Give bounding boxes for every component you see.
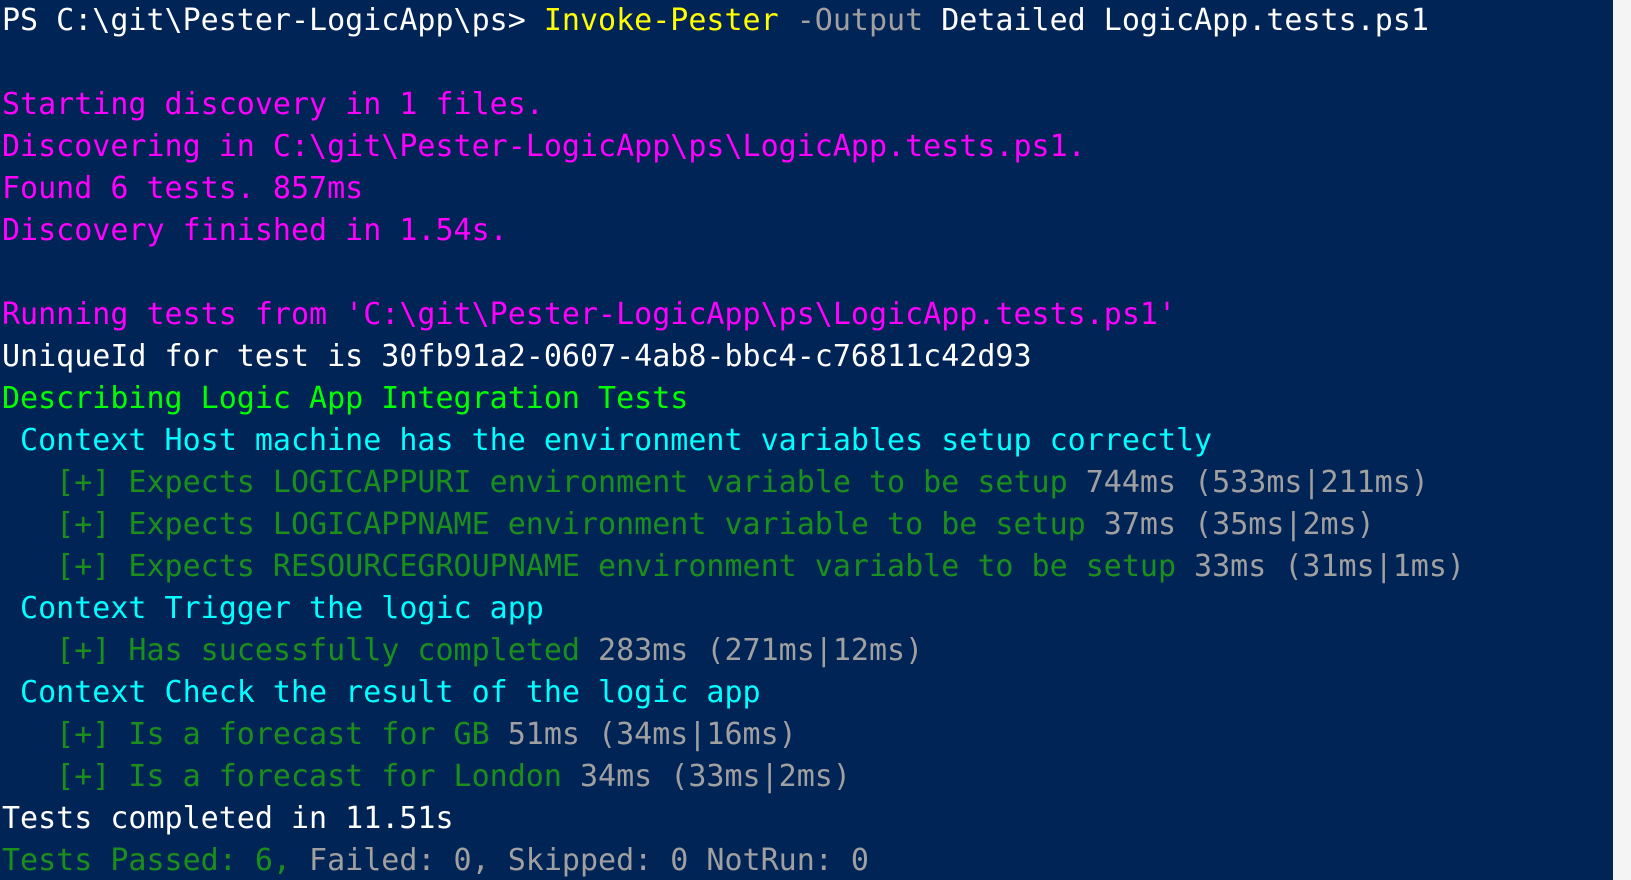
test-name: [+] Expects LOGICAPPURI environment vari… (2, 465, 1068, 500)
test-timing: 51ms (34ms|16ms) (489, 717, 797, 752)
discovering-line: Discovering in C:\git\Pester-LogicApp\ps… (2, 126, 1613, 168)
command-arguments: Detailed LogicApp.tests.ps1 (923, 3, 1429, 38)
context-line: Context Check the result of the logic ap… (2, 672, 1613, 714)
context-line: Context Host machine has the environment… (2, 420, 1613, 462)
test-result-line: [+] Is a forecast for GB 51ms (34ms|16ms… (2, 714, 1613, 756)
test-result-line: [+] Expects RESOURCEGROUPNAME environmen… (2, 546, 1613, 588)
tests-completed-text: Tests completed in 11.51s (2, 801, 454, 836)
prompt-path: PS C:\git\Pester-LogicApp\ps> (2, 3, 544, 38)
describe-line: Describing Logic App Integration Tests (2, 378, 1613, 420)
running-tests-line: Running tests from 'C:\git\Pester-LogicA… (2, 294, 1613, 336)
test-name: [+] Expects RESOURCEGROUPNAME environmen… (2, 549, 1176, 584)
test-result-line: [+] Expects LOGICAPPURI environment vari… (2, 462, 1613, 504)
terminal-output: PS C:\git\Pester-LogicApp\ps> Invoke-Pes… (0, 0, 1613, 880)
test-name: [+] Expects LOGICAPPNAME environment var… (2, 507, 1086, 542)
summary-line: Tests Passed: 6, Failed: 0, Skipped: 0 N… (2, 840, 1613, 880)
test-result-line: [+] Expects LOGICAPPNAME environment var… (2, 504, 1613, 546)
powershell-terminal-window[interactable]: PS C:\git\Pester-LogicApp\ps> Invoke-Pes… (0, 0, 1631, 880)
test-timing: 283ms (271ms|12ms) (579, 633, 924, 668)
parameter-output: -Output (778, 3, 924, 38)
discovery-start-text: Starting discovery in 1 files. (2, 87, 544, 122)
found-tests-line: Found 6 tests. 857ms (2, 168, 1613, 210)
discovery-start-line: Starting discovery in 1 files. (2, 84, 1613, 126)
test-timing: 33ms (31ms|1ms) (1176, 549, 1465, 584)
test-name: [+] Has sucessfully completed (2, 633, 580, 668)
discovery-finished-line: Discovery finished in 1.54s. (2, 210, 1613, 252)
prompt-line: PS C:\git\Pester-LogicApp\ps> Invoke-Pes… (2, 0, 1613, 42)
discovery-finished-text: Discovery finished in 1.54s. (2, 213, 508, 248)
unique-id-text: UniqueId for test is 30fb91a2-0607-4ab8-… (2, 339, 1032, 374)
tests-other-counts: Failed: 0, Skipped: 0 NotRun: 0 (309, 843, 869, 878)
context-line: Context Trigger the logic app (2, 588, 1613, 630)
running-tests-text: Running tests from 'C:\git\Pester-LogicA… (2, 297, 1176, 332)
test-timing: 744ms (533ms|211ms) (1067, 465, 1429, 500)
test-timing: 37ms (35ms|2ms) (1085, 507, 1375, 542)
context-text: Context Host machine has the environment… (2, 423, 1213, 458)
discovering-text: Discovering in C:\git\Pester-LogicApp\ps… (2, 129, 1086, 164)
test-result-line: [+] Is a forecast for London 34ms (33ms|… (2, 756, 1613, 798)
tests-completed-line: Tests completed in 11.51s (2, 798, 1613, 840)
test-name: [+] Is a forecast for GB (2, 717, 490, 752)
context-text: Context Trigger the logic app (2, 591, 544, 626)
test-timing: 34ms (33ms|2ms) (561, 759, 851, 794)
unique-id-line: UniqueId for test is 30fb91a2-0607-4ab8-… (2, 336, 1613, 378)
context-text: Context Check the result of the logic ap… (2, 675, 761, 710)
describe-text: Describing Logic App Integration Tests (2, 381, 689, 416)
command-name: Invoke-Pester (543, 3, 779, 38)
test-result-line: [+] Has sucessfully completed 283ms (271… (2, 630, 1613, 672)
found-tests-text: Found 6 tests. 857ms (2, 171, 364, 206)
test-name: [+] Is a forecast for London (2, 759, 562, 794)
tests-passed-count: Tests Passed: 6, (2, 843, 310, 878)
